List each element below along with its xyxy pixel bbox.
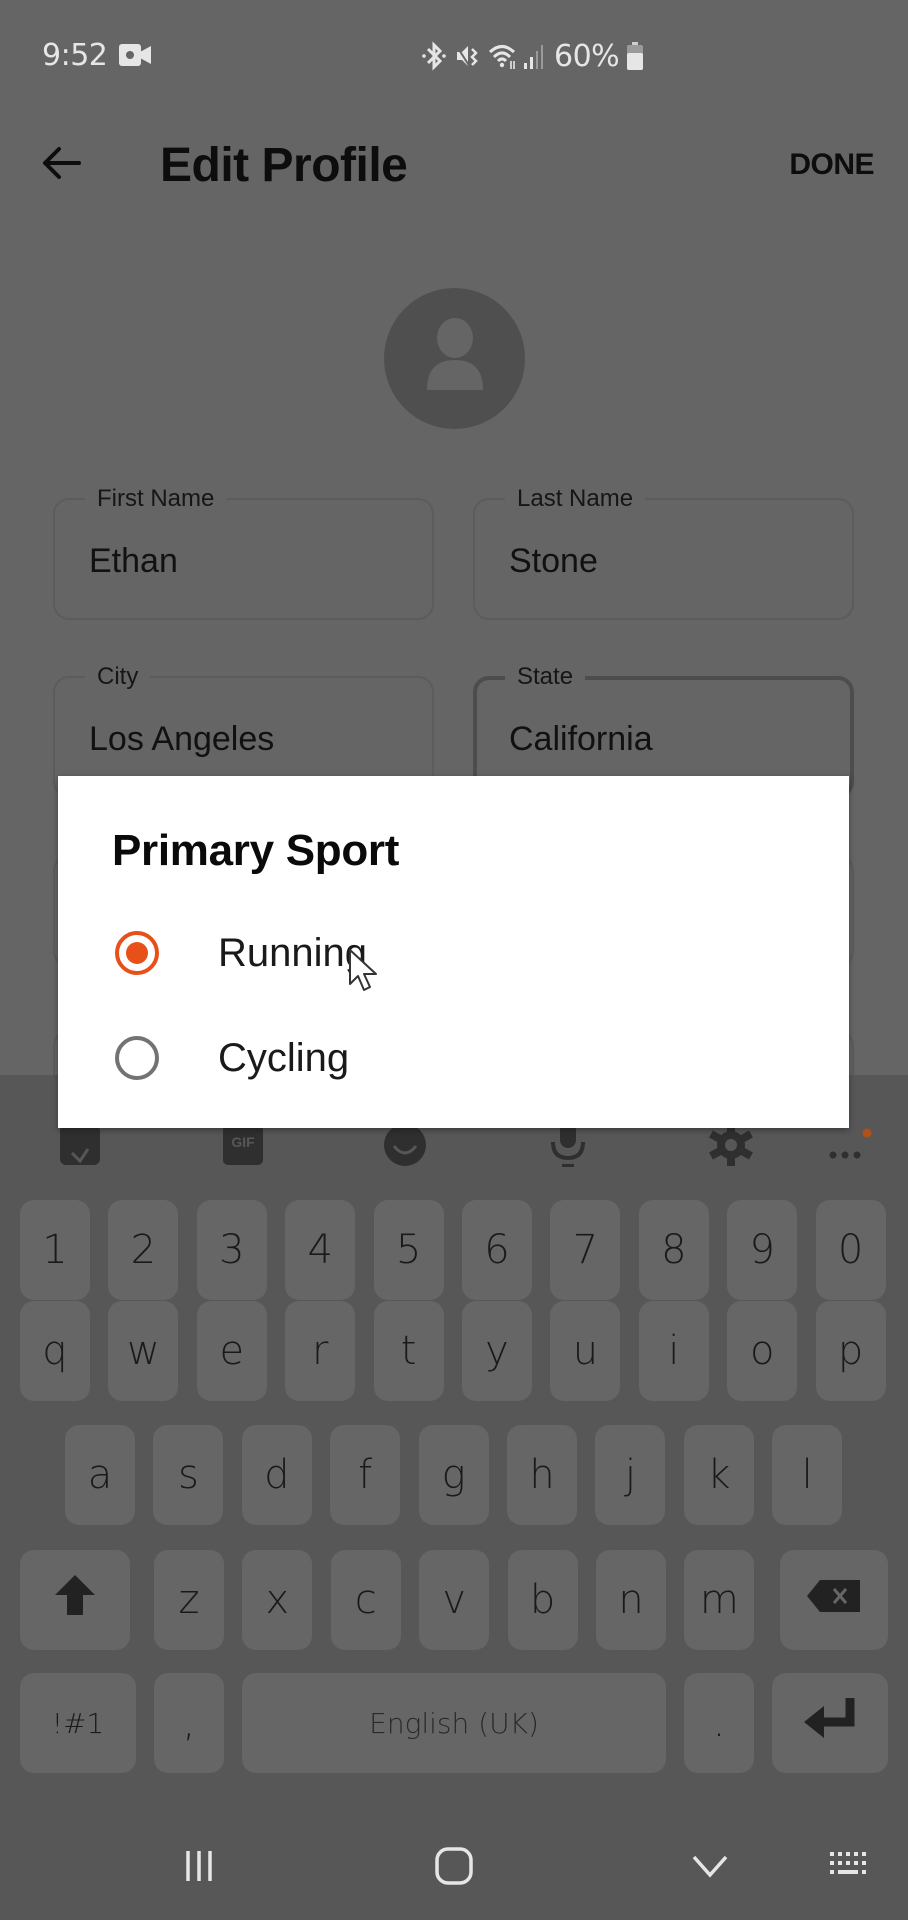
key-8[interactable]: 8 [638,1200,709,1300]
key-6[interactable]: 6 [462,1200,532,1300]
status-bar: 9:52 60% [0,0,908,110]
key-9[interactable]: 9 [727,1200,798,1300]
backspace-icon [806,1577,862,1623]
backspace-key[interactable] [780,1550,888,1650]
key-p[interactable]: p [815,1301,886,1401]
state-value: California [509,720,653,758]
key-a[interactable]: a [65,1425,135,1525]
key-s[interactable]: s [153,1425,224,1525]
key-u[interactable]: u [550,1301,621,1401]
home-icon [434,1846,474,1891]
key-n[interactable]: n [596,1550,666,1650]
last-name-label: Last Name [505,485,646,513]
state-label: State [505,663,586,691]
symbols-key[interactable]: !#1 [20,1673,136,1773]
key-t[interactable]: t [373,1301,444,1401]
key-m[interactable]: m [684,1550,755,1650]
option-label: Cycling [218,1035,350,1080]
key-2[interactable]: 2 [108,1200,179,1300]
key-w[interactable]: w [108,1301,179,1401]
primary-sport-dialog: Primary Sport Running Cycling [58,776,849,1128]
key-h[interactable]: h [507,1425,577,1525]
option-running[interactable]: Running [58,903,849,1003]
recent-apps-icon [179,1848,219,1889]
battery-percent: 60% [554,38,620,74]
enter-key[interactable] [772,1673,888,1773]
key-l[interactable]: l [772,1425,843,1525]
back-button[interactable] [36,140,86,190]
key-e[interactable]: e [196,1301,267,1401]
enter-icon [800,1696,860,1750]
done-button[interactable]: DONE [789,148,874,182]
key-c[interactable]: c [330,1550,401,1650]
key-q[interactable]: q [20,1301,90,1401]
bluetooth-icon [420,41,448,71]
hide-keyboard-icon [690,1851,730,1886]
last-name-value: Stone [509,542,598,580]
radio-button-selected[interactable] [115,931,159,975]
shift-icon [53,1573,97,1627]
last-name-field[interactable]: Last Name Stone [473,485,854,620]
mute-vibrate-icon [454,41,482,71]
shift-key[interactable] [20,1550,130,1650]
period-key[interactable]: . [684,1673,754,1773]
key-y[interactable]: y [462,1301,532,1401]
key-v[interactable]: v [419,1550,490,1650]
key-z[interactable]: z [154,1550,224,1650]
hide-keyboard-button[interactable] [680,1842,740,1894]
first-name-field[interactable]: First Name Ethan [53,485,434,620]
navigation-bar [0,1820,908,1920]
person-icon [415,316,495,401]
video-recording-icon [119,44,151,66]
key-i[interactable]: i [638,1301,709,1401]
arrow-left-icon [41,146,81,185]
status-time: 9:52 [42,38,108,73]
key-g[interactable]: g [418,1425,489,1525]
key-3[interactable]: 3 [196,1200,267,1300]
key-0[interactable]: 0 [815,1200,886,1300]
key-r[interactable]: r [285,1301,356,1401]
option-cycling[interactable]: Cycling [58,1008,849,1108]
keyboard-switch-icon [828,1848,872,1889]
recent-apps-button[interactable] [169,1842,229,1894]
comma-key[interactable]: , [154,1673,224,1773]
key-b[interactable]: b [507,1550,578,1650]
svg-text:GIF: GIF [231,1134,255,1150]
space-key[interactable]: English (UK) [242,1673,666,1773]
key-x[interactable]: x [242,1550,313,1650]
dialog-title: Primary Sport [112,826,400,875]
first-name-label: First Name [85,485,227,513]
key-j[interactable]: j [595,1425,666,1525]
page-title: Edit Profile [160,139,408,192]
key-k[interactable]: k [683,1425,754,1525]
first-name-value: Ethan [89,542,178,580]
city-label: City [85,663,151,691]
battery-icon [627,42,644,70]
wifi-icon [488,41,516,71]
status-icons: 60% [420,38,644,74]
keyboard-switch-button[interactable] [820,1842,880,1894]
option-label: Running [218,930,368,975]
key-d[interactable]: d [241,1425,312,1525]
signal-icon [522,41,544,71]
key-7[interactable]: 7 [550,1200,621,1300]
avatar[interactable] [384,288,525,429]
home-button[interactable] [424,1842,484,1894]
keyboard: GIF !#1 , English (UK) . 1234 5 6 7 8 9 … [0,1075,908,1820]
key-5[interactable]: 5 [373,1200,444,1300]
radio-button[interactable] [115,1036,159,1080]
key-f[interactable]: f [330,1425,401,1525]
key-1[interactable]: 1 [20,1200,90,1300]
key-o[interactable]: o [727,1301,798,1401]
key-4[interactable]: 4 [285,1200,356,1300]
app-bar: Edit Profile DONE [0,110,908,220]
city-value: Los Angeles [89,720,275,758]
